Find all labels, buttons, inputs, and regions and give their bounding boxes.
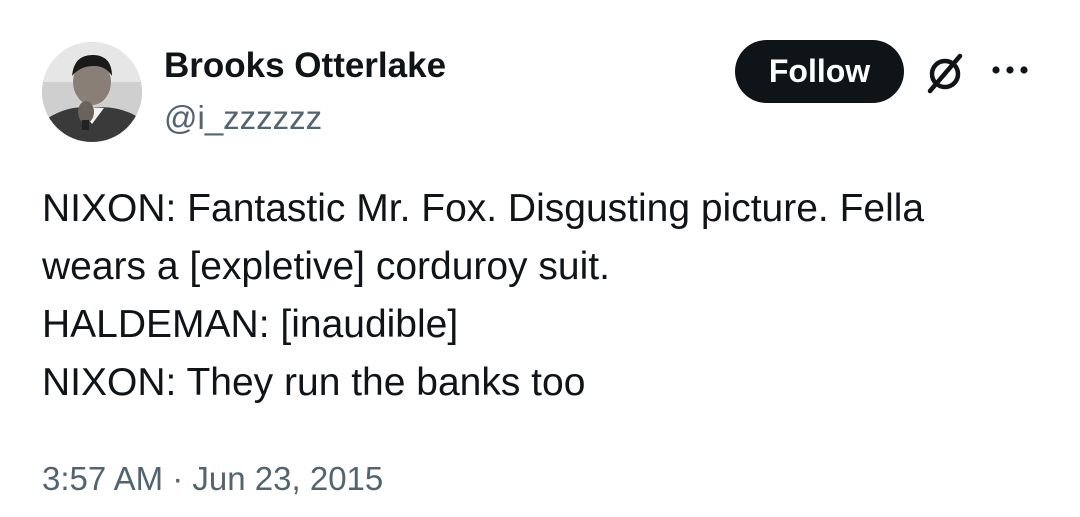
meta-separator: · xyxy=(172,460,184,497)
grok-icon[interactable] xyxy=(921,49,969,97)
tweet-line: NIXON: They run the banks too xyxy=(42,361,586,404)
tweet-line: wears a [expletive] corduroy suit. xyxy=(42,245,610,288)
tweet-time[interactable]: 3:57 AM xyxy=(42,460,163,497)
avatar[interactable] xyxy=(42,42,142,142)
tweet-timestamp[interactable]: 3:57 AM · Jun 23, 2015 xyxy=(42,457,383,501)
avatar-photo xyxy=(42,42,142,142)
more-icon[interactable] xyxy=(990,62,1030,78)
tweet-text: NIXON: Fantastic Mr. Fox. Disgusting pic… xyxy=(42,180,1052,412)
tweet-line: HALDEMAN: [inaudible] xyxy=(42,303,459,346)
tweet-date[interactable]: Jun 23, 2015 xyxy=(192,460,383,497)
author-name[interactable]: Brooks Otterlake xyxy=(164,45,446,87)
follow-button[interactable]: Follow xyxy=(735,40,904,103)
author-handle[interactable]: @i_zzzzzz xyxy=(164,98,322,138)
tweet-line: NIXON: Fantastic Mr. Fox. Disgusting pic… xyxy=(42,187,925,230)
